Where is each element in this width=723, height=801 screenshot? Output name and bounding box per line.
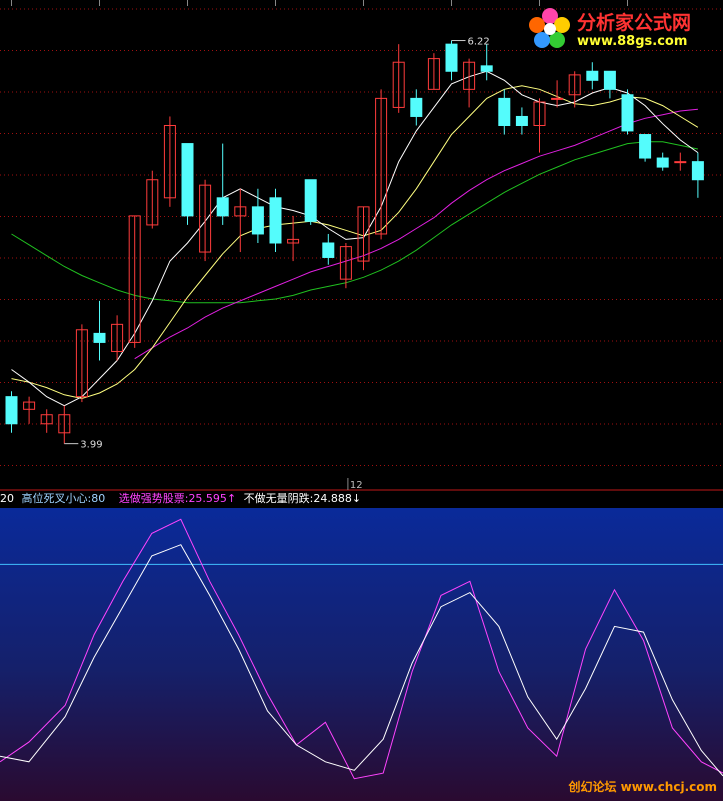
candle-body-down xyxy=(515,115,528,127)
candle-body-down xyxy=(691,161,704,181)
watermark-url: www.88gs.com xyxy=(577,34,688,49)
up-arrow-icon: ↑ xyxy=(226,492,237,505)
candle xyxy=(427,53,440,90)
candle xyxy=(216,143,229,225)
candle-body-down xyxy=(480,65,493,72)
candle-body-down xyxy=(445,43,458,72)
candle-body-down xyxy=(639,134,652,159)
candle xyxy=(533,98,546,153)
candle xyxy=(163,116,176,207)
candle xyxy=(586,62,599,90)
strong-stock-label: 选做强势股票: xyxy=(118,492,189,505)
watermark-title: 分析家公式网 xyxy=(577,12,692,34)
candle-body-down xyxy=(181,143,194,217)
candle xyxy=(58,405,71,444)
site-watermark: 分析家公式网 www.88gs.com xyxy=(527,4,717,54)
candle xyxy=(674,152,687,171)
candle xyxy=(603,70,616,99)
candle xyxy=(639,134,652,162)
high-death-cross-value: 80 xyxy=(91,492,106,505)
ma-magenta-line xyxy=(134,108,698,360)
candle-body-down xyxy=(656,157,669,168)
candle xyxy=(322,233,335,265)
candle-body-down xyxy=(216,197,229,217)
no-volume-decline-value: 24.888 xyxy=(313,492,352,505)
candle-body-up xyxy=(674,161,687,164)
high-price-label: 6.22 xyxy=(468,37,490,48)
candle-body-down xyxy=(304,179,317,222)
candle xyxy=(181,143,194,225)
indicator-info-bar: 20 高位死叉小心:80 选做强势股票:25.595↑ 不做无量阴跌:24.88… xyxy=(0,490,723,507)
candle-body-down xyxy=(322,242,335,258)
candle xyxy=(515,107,528,135)
footer-watermark: 创幻论坛 www.chcj.com xyxy=(568,780,717,794)
candle-body-down xyxy=(5,396,18,425)
ma-green-line xyxy=(11,141,699,304)
low-price-label: 3.99 xyxy=(80,440,102,451)
candle-body-down xyxy=(93,332,106,343)
candle-body-down xyxy=(251,206,264,235)
ma-short-line xyxy=(11,70,699,407)
candle xyxy=(445,40,458,81)
candle xyxy=(93,300,106,361)
moving-average-lines xyxy=(11,70,699,407)
candle xyxy=(251,188,264,243)
no-volume-decline-label: 不做无量阴跌: xyxy=(243,492,314,505)
candle xyxy=(304,179,317,225)
high-death-cross-label: 高位死叉小心: xyxy=(21,492,92,505)
candle xyxy=(23,396,36,424)
candle xyxy=(75,324,88,403)
oscillator-panel-background xyxy=(0,508,723,801)
candle xyxy=(392,44,405,113)
candle xyxy=(463,58,476,108)
candle-body-down xyxy=(621,94,634,132)
candle xyxy=(40,409,53,433)
candle xyxy=(656,152,669,171)
candle-body-down xyxy=(269,197,282,244)
candle xyxy=(498,89,511,135)
candle xyxy=(410,89,423,126)
flower-logo-icon xyxy=(529,8,570,48)
candle xyxy=(480,44,493,81)
candle xyxy=(551,80,564,108)
candle xyxy=(691,152,704,198)
candle-body-down xyxy=(410,97,423,117)
candle-body-down xyxy=(498,97,511,126)
strong-stock-value: 25.595 xyxy=(188,492,227,505)
candle-body-down xyxy=(603,70,616,90)
candle xyxy=(199,179,212,262)
indicator-period: 20 xyxy=(0,492,14,505)
candle xyxy=(621,89,634,135)
candle xyxy=(269,188,282,253)
down-arrow-icon: ↓ xyxy=(351,492,362,505)
candle xyxy=(128,215,141,348)
candlestick-series xyxy=(5,40,704,444)
candle xyxy=(146,170,159,229)
candle-body-down xyxy=(586,70,599,81)
stock-chart-stage: 6.22 3.99 12 xyxy=(0,0,723,801)
candle xyxy=(5,391,18,433)
candle xyxy=(234,188,247,253)
price-labels: 6.22 3.99 12 xyxy=(64,37,490,491)
candle-body-up xyxy=(551,97,564,100)
